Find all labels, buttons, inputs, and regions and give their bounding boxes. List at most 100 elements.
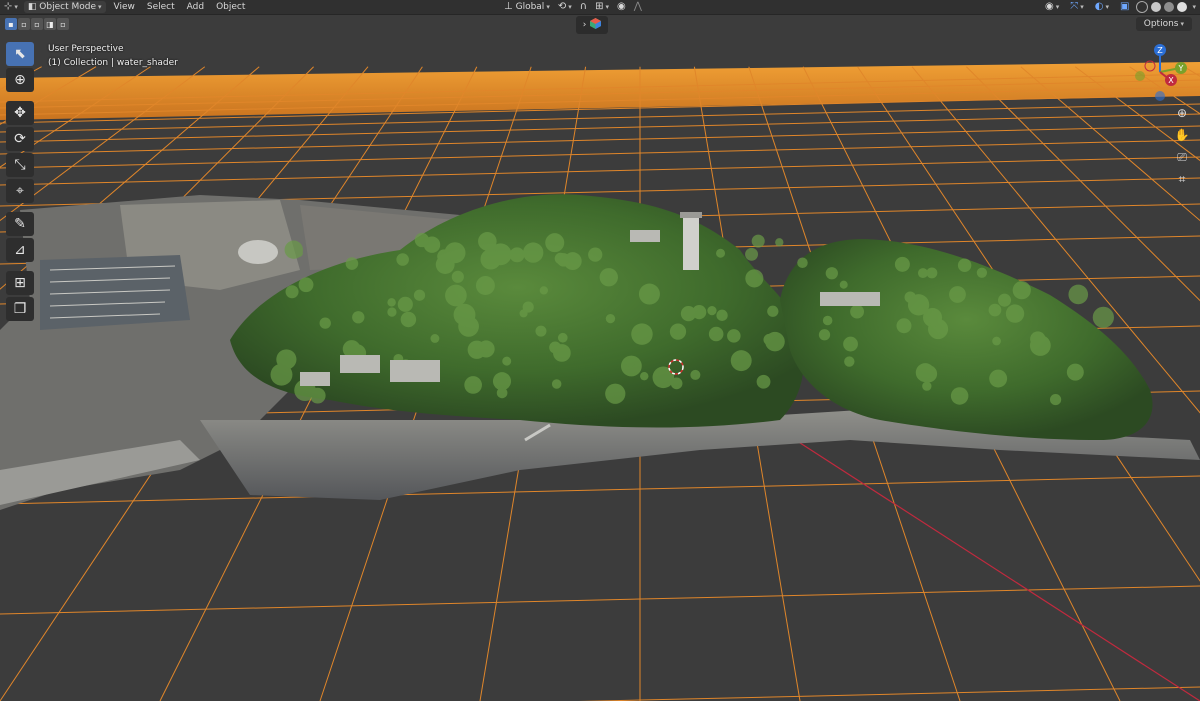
menu-object[interactable]: Object <box>210 2 251 12</box>
globe-icon: ⊹ <box>4 1 13 12</box>
cube-color-icon <box>590 18 602 32</box>
gizmo-icon: ⤧ <box>1070 1 1079 12</box>
viewport-display-controls: ◉ ▾ ⤧ ▾ ◐ ▾ ▣ ▾ <box>1041 0 1196 14</box>
solid-shading-icon[interactable] <box>1151 2 1162 12</box>
menu-view[interactable]: View <box>108 2 141 12</box>
tree-canopy <box>745 269 764 288</box>
tree-canopy <box>950 387 969 405</box>
falloff-dropdown[interactable]: ⋀ <box>630 0 646 14</box>
mode-dropdown[interactable]: ◧ Object Mode ▾ <box>23 1 106 13</box>
proportional-edit-toggle[interactable]: ◉ <box>613 0 630 14</box>
add-cube-tool[interactable]: ⊞ <box>6 271 34 295</box>
view-navigation-tools: ⊕ ✋ ⎚ ⌗ <box>1172 104 1192 188</box>
tree-canopy <box>638 283 660 305</box>
tree-canopy <box>767 305 779 317</box>
extra-cube-tool[interactable]: ❐ <box>6 297 34 321</box>
select-box-tool[interactable]: ⬉ <box>6 42 34 66</box>
select-extend-icon[interactable]: ▫ <box>18 18 30 30</box>
wireframe-shading-icon[interactable] <box>1136 1 1149 13</box>
options-dropdown[interactable]: Options ▾ <box>1135 17 1192 31</box>
visibility-dropdown[interactable]: ◉ ▾ <box>1041 0 1063 14</box>
measure-tool[interactable]: ⊿ <box>6 238 34 262</box>
tree-canopy <box>492 372 512 391</box>
scale-tool[interactable]: ⤡ <box>6 153 34 177</box>
material-shading-icon[interactable] <box>1164 2 1175 12</box>
gizmo-y-label: Y <box>1178 64 1184 73</box>
tool-group-separator <box>6 264 34 269</box>
xray-toggle[interactable]: ▣ <box>1116 0 1133 14</box>
tree-canopy <box>502 356 512 366</box>
cursor-tool[interactable]: ⊕ <box>6 68 34 92</box>
tree-canopy <box>976 267 988 278</box>
select-subtract-icon[interactable]: ▫ <box>31 18 43 30</box>
menu-select[interactable]: Select <box>141 2 181 12</box>
tree-canopy <box>397 296 413 312</box>
tree-canopy <box>850 304 865 319</box>
select-intersect-icon[interactable]: ▫ <box>57 18 69 30</box>
tree-canopy <box>551 379 562 389</box>
tree-canopy <box>825 267 838 280</box>
menu-add[interactable]: Add <box>181 2 210 12</box>
active-collection: (1) Collection | water_shader <box>48 58 178 68</box>
tree-canopy <box>915 363 935 383</box>
shading-dropdown-icon[interactable]: ▾ <box>1192 3 1196 11</box>
orientation-dropdown[interactable]: ⊥ Global ▾ <box>500 0 554 14</box>
tree-canopy <box>839 280 848 289</box>
editor-type-button[interactable]: ⊹ ▾ <box>0 0 22 14</box>
tree-canopy <box>818 329 831 341</box>
viewport-header: ⊹ ▾ ◧ Object Mode ▾ View Select Add Object… <box>0 0 1200 15</box>
overlays-toggle[interactable]: ◐ ▾ <box>1091 0 1113 14</box>
cube-stack-icon: ❐ <box>13 301 27 317</box>
tree-canopy <box>588 247 603 262</box>
gizmo-toggle[interactable]: ⤧ ▾ <box>1066 0 1088 14</box>
proportional-icon: ◉ <box>616 1 626 12</box>
axes-icon: ⊥ <box>504 1 513 12</box>
tree-canopy <box>480 248 502 270</box>
tree-canopy <box>775 238 784 247</box>
select-invert-icon[interactable]: ◨ <box>44 18 56 30</box>
scale-icon: ⤡ <box>14 157 26 173</box>
tool-group-separator <box>6 205 34 210</box>
tree-canopy <box>822 315 833 326</box>
tree-canopy <box>669 323 687 340</box>
tree-canopy <box>989 369 1008 388</box>
tree-canopy <box>707 305 717 316</box>
snap-toggle[interactable]: ∩ <box>576 0 591 14</box>
tree-canopy <box>988 303 1002 317</box>
tree-canopy <box>1049 393 1062 406</box>
tree-canopy <box>451 270 464 283</box>
rotate-icon: ⟳ <box>14 131 26 147</box>
viewport-scene[interactable] <box>0 0 1200 701</box>
tree-canopy <box>413 289 426 301</box>
camera-view-icon[interactable]: ⎚ <box>1172 148 1192 166</box>
tree-canopy <box>680 305 697 322</box>
transform-tool[interactable]: ⌖ <box>6 179 34 203</box>
tree-canopy <box>605 383 626 404</box>
rendered-shading-icon[interactable] <box>1177 2 1188 12</box>
tree-canopy <box>894 256 910 272</box>
gizmo-x-label: X <box>1168 76 1174 85</box>
select-new-icon[interactable]: ▪ <box>5 18 17 30</box>
object-mode-icon: ◧ <box>27 2 37 12</box>
scene-toggle[interactable]: › <box>576 16 608 34</box>
tree-canopy <box>605 313 616 324</box>
snap-dropdown[interactable]: ⊞ ▾ <box>591 0 613 14</box>
tree-canopy <box>922 307 943 328</box>
annotate-tool[interactable]: ✎ <box>6 212 34 236</box>
rotate-tool[interactable]: ⟳ <box>6 127 34 151</box>
tree-canopy <box>716 248 726 258</box>
tool-shelf: ⬉ ⊕ ✥ ⟳ ⤡ ⌖ ✎ ⊿ ⊞ ❐ <box>6 42 34 321</box>
tree-canopy <box>797 257 808 269</box>
tree-canopy <box>730 350 752 372</box>
tree-canopy <box>396 253 409 266</box>
transform-icon: ⌖ <box>16 183 24 199</box>
hand-pan-icon[interactable]: ✋ <box>1172 126 1192 144</box>
perspective-grid-icon[interactable]: ⌗ <box>1172 170 1192 188</box>
zoom-icon[interactable]: ⊕ <box>1172 104 1192 122</box>
tree-canopy <box>745 247 759 261</box>
tree-canopy <box>992 336 1001 346</box>
tree-canopy <box>453 303 476 326</box>
pivot-dropdown[interactable]: ⟲ ▾ <box>554 0 576 14</box>
move-tool[interactable]: ✥ <box>6 101 34 125</box>
navigation-gizmo[interactable]: Z Y X <box>1130 42 1190 102</box>
